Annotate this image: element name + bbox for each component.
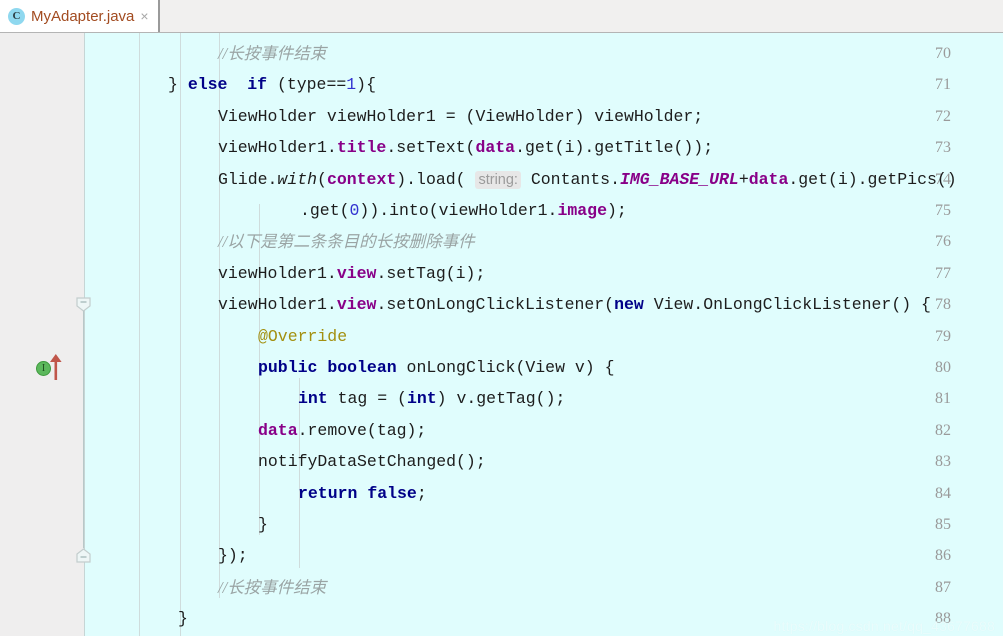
code-token: boolean (327, 358, 397, 377)
code-token: )).into(viewHolder1. (359, 201, 558, 220)
code-token: View.OnLongClickListener() { (643, 295, 931, 315)
code-token: view (336, 263, 377, 283)
code-line[interactable]: int tag = (int) v.getTag(); (298, 383, 565, 414)
code-token: image (557, 201, 607, 220)
tab-myadapter-java[interactable]: C MyAdapter.java × (0, 0, 160, 32)
code-line[interactable]: } (258, 509, 268, 540)
tab-title: MyAdapter.java (31, 7, 135, 25)
code-token: public (258, 358, 318, 377)
code-token: view (336, 295, 377, 315)
code-token: (type== (267, 75, 347, 95)
code-token: with (277, 169, 318, 189)
code-line[interactable]: .get(0)).into(viewHolder1.image); (300, 195, 627, 226)
code-token: ) v.getTag(); (436, 389, 566, 409)
code-token: //以下是第二条条目的长按删除事件 (218, 232, 475, 252)
code-token: .setText( (386, 138, 476, 158)
code-token: data (475, 138, 516, 158)
code-token: viewHolder1. (218, 263, 337, 283)
code-token: data (258, 420, 298, 440)
code-line[interactable]: Glide.with(context).load( string: Contan… (218, 164, 957, 195)
code-line[interactable]: viewHolder1.title.setText(data.get(i).ge… (218, 132, 713, 163)
code-token: context (326, 169, 397, 189)
close-icon[interactable]: × (140, 9, 148, 23)
code-token: ViewHolder viewHolder1 = (ViewHolder) vi… (218, 106, 704, 126)
code-editor[interactable]: 70 71 72 73 74 75 76 77 78 79 80 81 82 83 84 85 86 87 88 I… (0, 33, 1003, 636)
editor-tab-bar: C MyAdapter.java × (0, 0, 1003, 33)
code-token: .remove(tag); (297, 420, 427, 440)
code-line[interactable]: }); (218, 540, 248, 571)
code-token: ; (416, 483, 427, 503)
code-token: } (168, 75, 188, 95)
code-token: ){ (356, 75, 376, 95)
code-token: int (406, 389, 437, 409)
java-class-icon: C (8, 7, 25, 25)
code-line[interactable]: } (178, 603, 188, 634)
code-token: .get(i).getPics() (788, 169, 957, 189)
code-token: false (367, 483, 417, 503)
code-token: .get(i).getTitle()); (515, 138, 714, 158)
code-line[interactable]: notifyDataSetChanged(); (258, 446, 486, 477)
code-token: ( (317, 169, 327, 189)
code-line[interactable]: } else if (type==1){ (168, 69, 376, 100)
code-token: } (178, 609, 188, 629)
code-token: } (258, 515, 268, 534)
code-token: tag = ( (327, 389, 407, 409)
code-line[interactable]: viewHolder1.view.setOnLongClickListener(… (218, 289, 931, 320)
code-token: onLongClick(View v) { (396, 358, 615, 377)
code-token: IMG_BASE_URL (620, 169, 739, 189)
code-token: @Override (258, 326, 348, 346)
code-token: .setTag(i); (376, 263, 486, 283)
code-line[interactable]: ViewHolder viewHolder1 = (ViewHolder) vi… (218, 101, 703, 132)
code-token: return (298, 483, 358, 503)
code-line[interactable]: data.remove(tag); (258, 415, 426, 446)
code-token: ); (606, 201, 627, 220)
code-token: int (298, 389, 328, 409)
code-token: notifyDataSetChanged(); (258, 452, 486, 472)
code-token: + (738, 169, 749, 189)
code-token: title (336, 138, 387, 158)
code-line[interactable]: public boolean onLongClick(View v) { (258, 352, 614, 383)
code-token: 0 (349, 201, 360, 220)
code-token: Contants. (520, 169, 620, 189)
code-token: string: (475, 170, 521, 189)
code-line[interactable]: viewHolder1.view.setTag(i); (218, 258, 485, 289)
code-line[interactable]: //长按事件结束 (218, 38, 326, 69)
code-token: //长按事件结束 (218, 44, 327, 63)
code-token: .get( (300, 201, 350, 220)
code-token: data (748, 169, 789, 189)
watermark: https://blog.csdn.net/qq_43677688 (773, 618, 995, 634)
code-line[interactable]: //以下是第二条条目的长按删除事件 (218, 226, 475, 257)
code-token: else (187, 75, 228, 95)
code-token: //长按事件结束 (218, 577, 327, 597)
code-token: viewHolder1. (218, 295, 337, 315)
code-token: ).load( (396, 169, 476, 189)
code-token: Glide. (218, 169, 278, 189)
code-token: if (247, 75, 268, 95)
code-content[interactable]: //长按事件结束} else if (type==1){ViewHolder v… (0, 33, 1003, 636)
code-token: new (614, 295, 644, 315)
code-token: viewHolder1. (218, 138, 337, 158)
code-token: 1 (346, 75, 357, 95)
code-token: .setOnLongClickListener( (376, 295, 615, 315)
code-line[interactable]: @Override (258, 321, 347, 352)
code-line[interactable]: //长按事件结束 (218, 572, 326, 603)
code-token: }); (218, 546, 248, 566)
code-line[interactable]: return false; (298, 478, 427, 509)
